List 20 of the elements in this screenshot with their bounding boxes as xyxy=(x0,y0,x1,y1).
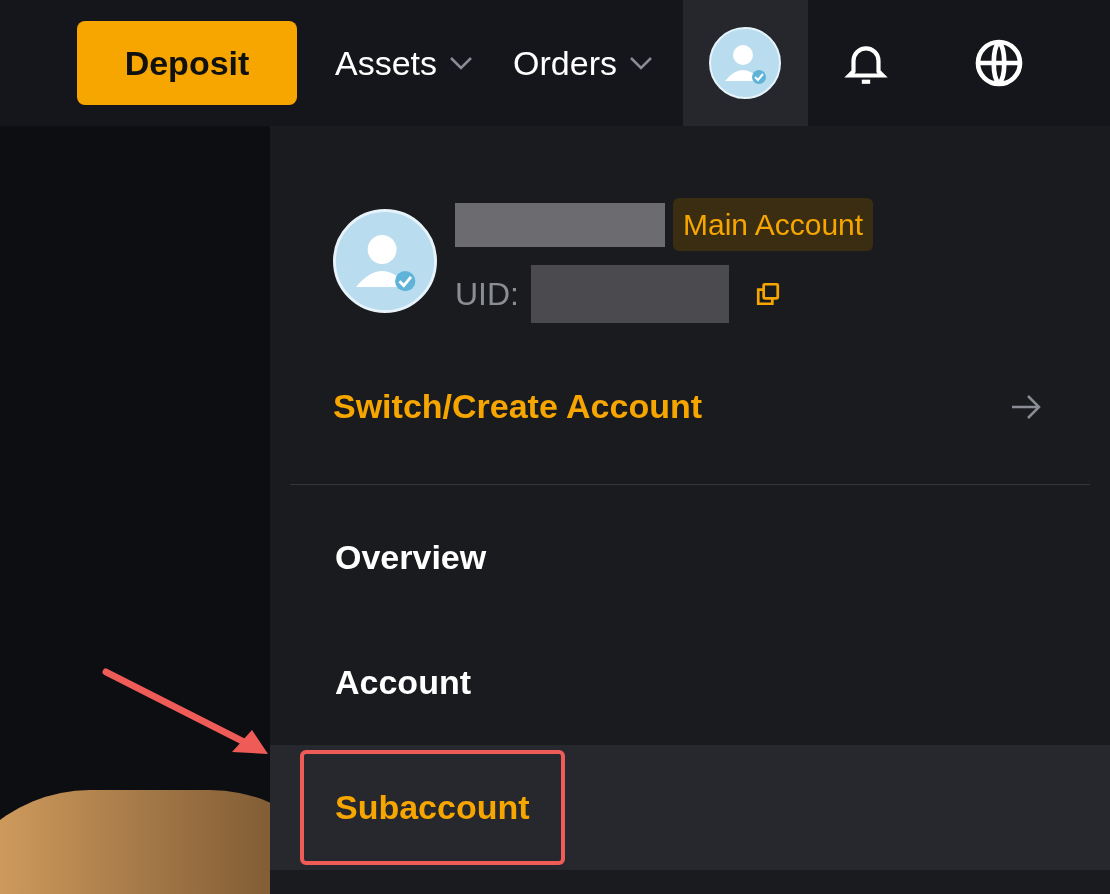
switch-account-label: Switch/Create Account xyxy=(333,386,703,427)
nav-menu[interactable]: Assets xyxy=(335,37,474,89)
menu-item-label: Overview xyxy=(334,537,488,578)
menu-item[interactable]: Subaccount xyxy=(270,745,1110,870)
nav-menu[interactable]: Orders xyxy=(513,37,653,89)
copy-icon[interactable] xyxy=(755,281,781,307)
menu-item[interactable]: Account xyxy=(270,620,1110,745)
uid-label: UID: xyxy=(455,275,519,314)
menu-item[interactable]: Overview xyxy=(270,495,1110,620)
arrow-right-icon xyxy=(1010,392,1042,421)
menu-item-label: Subaccount xyxy=(300,750,565,865)
switch-account-link[interactable]: Switch/Create Account xyxy=(270,381,1110,432)
avatar-icon xyxy=(709,27,782,99)
menu-item-label: Account xyxy=(334,662,472,703)
avatar-button[interactable] xyxy=(682,0,808,126)
deposit-button[interactable]: Deposit xyxy=(77,21,297,105)
avatar-icon xyxy=(333,208,437,313)
chevron-down-icon xyxy=(628,56,653,70)
main-account-badge: Main Account xyxy=(673,198,874,251)
chevron-down-icon xyxy=(449,56,474,70)
